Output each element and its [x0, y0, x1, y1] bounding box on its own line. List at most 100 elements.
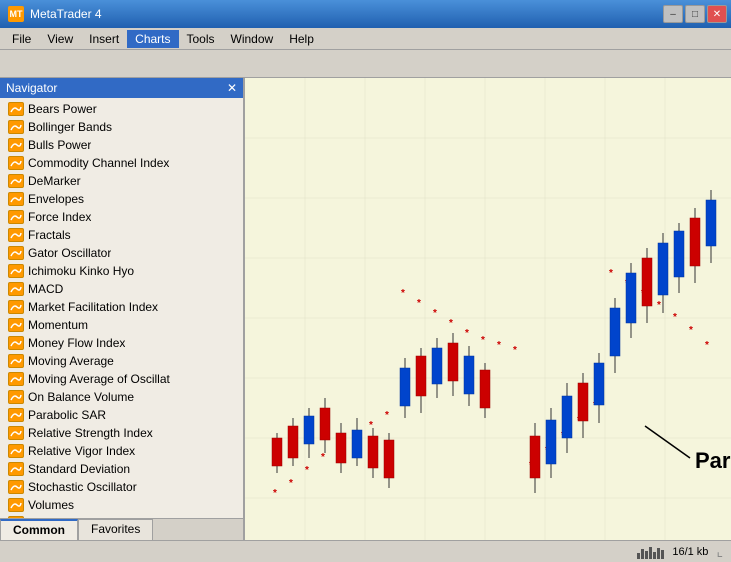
menu-window[interactable]: Window	[223, 30, 282, 48]
close-button[interactable]: ✕	[707, 5, 727, 23]
nav-item[interactable]: DeMarker	[0, 172, 243, 190]
nav-item[interactable]: Bulls Power	[0, 136, 243, 154]
svg-text:*: *	[657, 300, 661, 311]
svg-text:*: *	[497, 340, 501, 351]
navigator-close-button[interactable]: ✕	[227, 81, 237, 95]
nav-item[interactable]: Momentum	[0, 316, 243, 334]
indicator-icon	[8, 444, 24, 458]
indicator-icon	[8, 192, 24, 206]
indicator-label: Market Facilitation Index	[28, 300, 158, 314]
tab-favorites[interactable]: Favorites	[78, 519, 153, 540]
nav-item[interactable]: Bears Power	[0, 100, 243, 118]
indicator-icon	[8, 336, 24, 350]
nav-item[interactable]: Parabolic SAR	[0, 406, 243, 424]
indicator-icon	[8, 318, 24, 332]
nav-item[interactable]: Fractals	[0, 226, 243, 244]
svg-text:*: *	[417, 298, 421, 309]
nav-item[interactable]: MACD	[0, 280, 243, 298]
status-bar: 16/1 kb ⌞	[0, 540, 731, 562]
indicator-icon	[8, 462, 24, 476]
chart-area: * * * * * * * * * * * * * * * * * * *	[245, 78, 731, 540]
indicator-icon	[8, 282, 24, 296]
maximize-button[interactable]: □	[685, 5, 705, 23]
minimize-button[interactable]: –	[663, 5, 683, 23]
nav-item[interactable]: Stochastic Oscillator	[0, 478, 243, 496]
navigator-list[interactable]: Bears Power Bollinger Bands Bulls Power Com…	[0, 98, 243, 518]
navigator-panel: Navigator ✕ Bears Power Bollinger Bands Bu…	[0, 78, 245, 540]
indicator-label: MACD	[28, 282, 63, 296]
indicator-icon	[8, 372, 24, 386]
svg-text:Parabolic SAR: Parabolic SAR	[695, 448, 731, 473]
chart-svg: * * * * * * * * * * * * * * * * * * *	[245, 78, 731, 540]
nav-item[interactable]: Standard Deviation	[0, 460, 243, 478]
indicator-label: Volumes	[28, 498, 74, 512]
indicator-label: Relative Strength Index	[28, 426, 153, 440]
navigator-header: Navigator ✕	[0, 78, 243, 98]
nav-item[interactable]: Ichimoku Kinko Hyo	[0, 262, 243, 280]
chart-info: 16/1 kb	[672, 546, 708, 558]
nav-item[interactable]: Force Index	[0, 208, 243, 226]
nav-item[interactable]: Bollinger Bands	[0, 118, 243, 136]
indicator-label: Bulls Power	[28, 138, 91, 152]
svg-text:*: *	[305, 465, 309, 476]
indicator-icon	[8, 390, 24, 404]
window-title: MetaTrader 4	[30, 7, 102, 21]
indicator-label: Momentum	[28, 318, 88, 332]
navigator-title: Navigator	[6, 81, 57, 95]
indicator-label: Gator Oscillator	[28, 246, 111, 260]
indicator-label: DeMarker	[28, 174, 81, 188]
nav-item[interactable]: Envelopes	[0, 190, 243, 208]
indicator-icon	[8, 264, 24, 278]
tab-common[interactable]: Common	[0, 519, 78, 540]
main-area: Navigator ✕ Bears Power Bollinger Bands Bu…	[0, 78, 731, 540]
nav-item[interactable]: Moving Average of Oscillat	[0, 370, 243, 388]
nav-item[interactable]: Money Flow Index	[0, 334, 243, 352]
nav-item[interactable]: Commodity Channel Index	[0, 154, 243, 172]
nav-item[interactable]: Gator Oscillator	[0, 244, 243, 262]
indicator-icon	[8, 498, 24, 512]
svg-text:*: *	[465, 328, 469, 339]
indicator-icon	[8, 228, 24, 242]
svg-text:*: *	[689, 325, 693, 336]
navigator-tabs: Common Favorites	[0, 518, 243, 540]
indicator-label: Relative Vigor Index	[28, 444, 135, 458]
indicator-label: Money Flow Index	[28, 336, 125, 350]
nav-item[interactable]: Relative Vigor Index	[0, 442, 243, 460]
nav-item[interactable]: Relative Strength Index	[0, 424, 243, 442]
resize-handle: ⌞	[716, 543, 723, 560]
nav-item[interactable]: Volumes	[0, 496, 243, 514]
menu-charts[interactable]: Charts	[127, 30, 178, 48]
menu-help[interactable]: Help	[281, 30, 322, 48]
indicator-icon	[8, 120, 24, 134]
indicator-icon	[8, 138, 24, 152]
indicator-label: Fractals	[28, 228, 71, 242]
indicator-label: Parabolic SAR	[28, 408, 106, 422]
svg-text:*: *	[433, 308, 437, 319]
menu-insert[interactable]: Insert	[81, 30, 127, 48]
menu-view[interactable]: View	[39, 30, 81, 48]
indicator-label: Stochastic Oscillator	[28, 480, 137, 494]
svg-text:*: *	[385, 410, 389, 421]
indicator-icon	[8, 480, 24, 494]
indicator-label: Ichimoku Kinko Hyo	[28, 264, 134, 278]
svg-text:*: *	[401, 288, 405, 299]
indicator-label: Bollinger Bands	[28, 120, 112, 134]
indicator-label: Moving Average of Oscillat	[28, 372, 170, 386]
nav-item[interactable]: Moving Average	[0, 352, 243, 370]
nav-item[interactable]: On Balance Volume	[0, 388, 243, 406]
indicator-label: Moving Average	[28, 354, 114, 368]
svg-text:*: *	[289, 478, 293, 489]
menu-file[interactable]: File	[4, 30, 39, 48]
indicator-icon	[8, 354, 24, 368]
nav-item[interactable]: Market Facilitation Index	[0, 298, 243, 316]
svg-text:*: *	[609, 268, 613, 279]
indicator-label: Force Index	[28, 210, 91, 224]
menu-tools[interactable]: Tools	[179, 30, 223, 48]
indicator-icon	[8, 102, 24, 116]
indicator-icon	[8, 426, 24, 440]
svg-text:*: *	[449, 318, 453, 329]
title-bar: MT MetaTrader 4 – □ ✕	[0, 0, 731, 28]
svg-text:*: *	[705, 340, 709, 351]
svg-text:*: *	[369, 420, 373, 431]
indicator-label: Envelopes	[28, 192, 84, 206]
